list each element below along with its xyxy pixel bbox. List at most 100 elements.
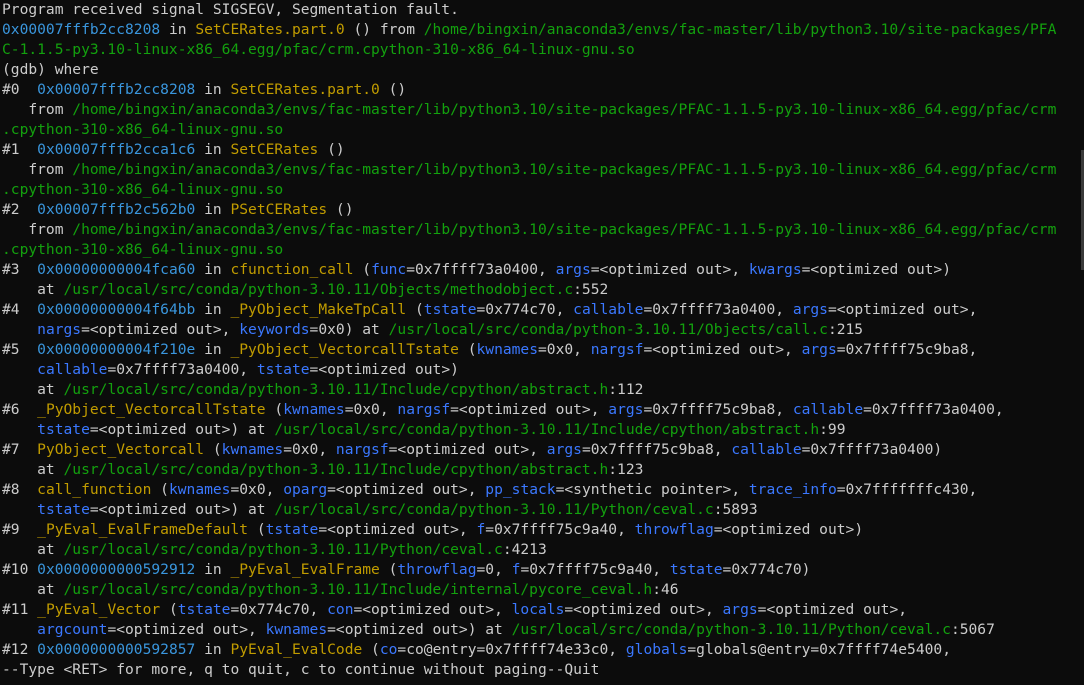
terminal-line: 0x00007fffb2cc8208 in SetCERates.part.0 … xyxy=(2,20,1084,40)
source-path: C-1.1.5-py3.10-linux-x86_64.egg/pfac/crm… xyxy=(2,41,635,58)
output-text: =0x0, xyxy=(230,481,284,498)
frame-address: 0x00000000004f210e xyxy=(37,341,196,358)
output-text: =<optimized out>) at xyxy=(327,621,512,638)
terminal-line: from /home/bingxin/anaconda3/envs/fac-ma… xyxy=(2,100,1084,120)
argument-name: args xyxy=(608,401,644,418)
output-text: =co@entry=0x7ffff74e33c0, xyxy=(397,641,626,658)
output-text: () xyxy=(379,81,407,98)
argument-name: co xyxy=(379,641,398,658)
output-text: Program received signal SIGSEGV, Segment… xyxy=(2,1,459,18)
argument-name: pp_stack xyxy=(485,481,556,498)
output-text: :99 xyxy=(819,421,846,438)
output-text: :112 xyxy=(608,381,644,398)
output-text: #4 xyxy=(2,301,38,318)
function-name: _PyEval_Vector xyxy=(37,601,161,618)
output-text: in xyxy=(195,561,231,578)
terminal-line: from /home/bingxin/anaconda3/envs/fac-ma… xyxy=(2,160,1084,180)
output-text: in xyxy=(160,21,196,38)
function-name: SetCERates xyxy=(230,141,319,158)
function-name: _PyEval_EvalFrame xyxy=(230,561,380,578)
argument-name: globals xyxy=(625,641,688,658)
terminal-line: #6 _PyObject_VectorcallTstate (kwnames=0… xyxy=(2,400,1084,420)
argument-name: tstate xyxy=(669,561,723,578)
output-text: =0x7ffff73a0400, xyxy=(107,361,257,378)
output-text: in xyxy=(195,81,231,98)
output-text: =0x7ffff75c9a40, xyxy=(485,521,635,538)
output-text: from xyxy=(2,101,73,118)
terminal-line: #3 0x00000000004fca60 in cfunction_call … xyxy=(2,260,1084,280)
output-text: :215 xyxy=(827,321,864,338)
output-text: =0x774c70) xyxy=(722,561,811,578)
argument-name: args xyxy=(792,301,828,318)
frame-address: 0x00007fffb2cc8208 xyxy=(37,81,196,98)
argument-name: nargsf xyxy=(335,441,389,458)
terminal-window[interactable]: Program received signal SIGSEGV, Segment… xyxy=(0,0,1084,685)
output-text: =0x0, xyxy=(344,401,398,418)
output-text: =0x774c70, xyxy=(476,301,574,318)
output-text: =<optimized out>) xyxy=(309,361,459,378)
output-text: :5893 xyxy=(713,501,758,518)
output-text: =0, xyxy=(476,561,512,578)
output-text: #10 xyxy=(2,561,38,578)
output-text: #2 xyxy=(2,201,38,218)
output-text: :4213 xyxy=(502,541,547,558)
output-text: ( xyxy=(265,401,284,418)
source-path: /usr/local/src/conda/python-3.10.11/Incl… xyxy=(274,421,820,438)
argument-name: tstate xyxy=(37,421,90,438)
output-text: from xyxy=(2,161,73,178)
output-text: =<optimized out>, xyxy=(450,401,609,418)
terminal-line: at /usr/local/src/conda/python-3.10.11/I… xyxy=(2,380,1084,400)
output-text: --Type <RET> for more, q to quit, c to c… xyxy=(2,661,600,678)
terminal-line: from /home/bingxin/anaconda3/envs/fac-ma… xyxy=(2,220,1084,240)
source-path: /usr/local/src/conda/python-3.10.11/Obje… xyxy=(388,321,828,338)
source-path: .cpython-310-x86_64-linux-gnu.so xyxy=(2,181,284,198)
terminal-line: #0 0x00007fffb2cc8208 in SetCERates.part… xyxy=(2,80,1084,100)
frame-address: 0x00007fffb2cca1c6 xyxy=(37,141,196,158)
output-text: =<synthetic pointer>, xyxy=(555,481,749,498)
argument-name: keywords xyxy=(239,321,310,338)
argument-name: con xyxy=(327,601,354,618)
output-text: #12 xyxy=(2,641,38,658)
output-text: =0x0, xyxy=(538,341,591,358)
source-path: /usr/local/src/conda/python-3.10.11/Pyth… xyxy=(63,541,503,558)
output-text: =0x7fffffffc430, xyxy=(836,481,978,498)
terminal-line: #8 call_function (kwnames=0x0, oparg=<op… xyxy=(2,480,1084,500)
argument-name: tstate xyxy=(256,361,310,378)
argument-name: oparg xyxy=(283,481,328,498)
output-text: =<optimized out>, xyxy=(757,601,908,618)
frame-address: 0x0000000000592857 xyxy=(37,641,196,658)
output-text: in xyxy=(195,201,231,218)
argument-name: nargsf xyxy=(590,341,644,358)
output-text: in xyxy=(195,641,231,658)
output-text: #7 xyxy=(2,441,38,458)
output-text: =<optimized out>) at xyxy=(89,421,275,438)
terminal-line: --Type <RET> for more, q to quit, c to c… xyxy=(2,660,1084,680)
frame-address: 0x00000000004f64bb xyxy=(37,301,196,318)
output-text: =<optimized out>, xyxy=(643,341,802,358)
output-text: ( xyxy=(362,641,380,658)
terminal-line: argcount=<optimized out>, kwnames=<optim… xyxy=(2,620,1084,640)
output-text: ( xyxy=(458,341,477,358)
output-text: =0x7ffff73a0400, xyxy=(406,261,556,278)
output-text: :552 xyxy=(573,281,609,298)
terminal-line: tstate=<optimized out>) at /usr/local/sr… xyxy=(2,420,1084,440)
terminal-line: #1 0x00007fffb2cca1c6 in SetCERates () xyxy=(2,140,1084,160)
output-text: #1 xyxy=(2,141,38,158)
argument-name: kwnames xyxy=(265,621,328,638)
function-name: _PyObject_VectorcallTstate xyxy=(230,341,459,358)
function-name: _PyEval_EvalFrameDefault xyxy=(37,521,249,538)
source-path: /usr/local/src/conda/python-3.10.11/Obje… xyxy=(63,281,574,298)
frame-address: 0x0000000000592912 xyxy=(37,561,196,578)
argument-name: argcount xyxy=(37,621,108,638)
output-text: #3 xyxy=(2,261,38,278)
output-text: =0x7ffff75c9a40, xyxy=(520,561,670,578)
function-name: cfunction_call xyxy=(230,261,354,278)
output-text: =<optimized out>, xyxy=(564,601,723,618)
argument-name: tstate xyxy=(177,601,231,618)
output-text: #11 xyxy=(2,601,38,618)
terminal-line: #12 0x0000000000592857 in PyEval_EvalCod… xyxy=(2,640,1084,660)
output-text: =0x7ffff75c9ba8, xyxy=(836,341,978,358)
terminal-line: callable=0x7ffff73a0400, tstate=<optimiz… xyxy=(2,360,1084,380)
